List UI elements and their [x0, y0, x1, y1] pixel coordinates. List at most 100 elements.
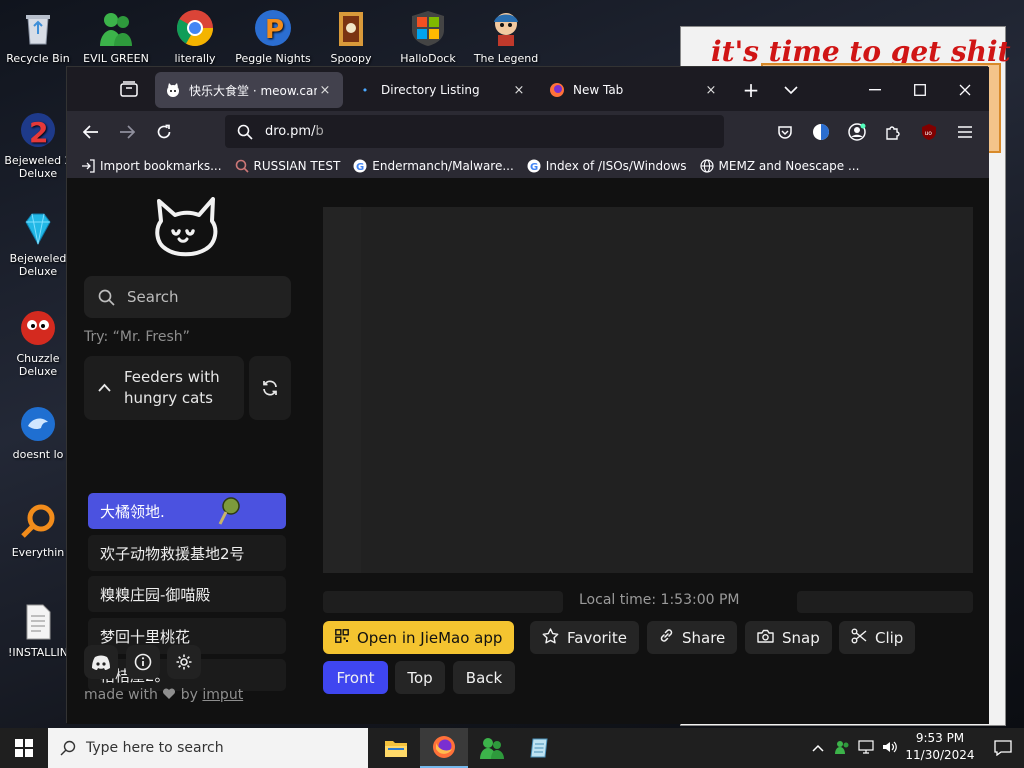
bookmark-isos[interactable]: G Index of /ISOs/Windows — [527, 159, 687, 173]
bookmark-label: Import bookmarks... — [100, 158, 222, 173]
start-button[interactable] — [0, 728, 48, 768]
forward-button[interactable] — [115, 120, 139, 144]
view-back-button[interactable]: Back — [453, 661, 515, 694]
snap-button[interactable]: Snap — [745, 621, 832, 654]
desktop-icon-bejeweled2[interactable]: 2 Bejeweled 2 Deluxe — [0, 110, 76, 180]
people-icon[interactable] — [834, 740, 850, 757]
camera-icon — [757, 629, 774, 647]
notification-button[interactable] — [982, 728, 1024, 768]
taskbar-clock[interactable]: 9:53 PM 11/30/2024 — [900, 730, 980, 764]
search-input[interactable]: Search — [84, 276, 291, 318]
tab-new-tab[interactable]: New Tab × — [539, 72, 729, 108]
network-icon[interactable] — [858, 739, 874, 757]
button-label: Favorite — [567, 628, 627, 647]
favorite-button[interactable]: Favorite — [530, 621, 639, 654]
desktop-icon-evil-green[interactable]: EVIL GREEN — [78, 8, 154, 65]
refresh-button[interactable] — [249, 356, 291, 420]
desktop-icon-bejeweled[interactable]: Bejeweled Deluxe — [0, 208, 76, 278]
view-front-button[interactable]: Front — [323, 661, 388, 694]
desktop-icon-peggle[interactable]: P Peggle Nights — [235, 8, 311, 65]
room-item[interactable]: 欢子动物救援基地2号 — [88, 535, 286, 571]
desktop-icon-installin[interactable]: !INSTALLIN — [0, 602, 76, 659]
credit-by: by — [180, 687, 198, 703]
tab-list-button[interactable] — [779, 78, 803, 102]
globe-icon — [699, 158, 714, 173]
tab-close-icon[interactable]: × — [511, 83, 527, 98]
bookmark-endermanch[interactable]: G Endermanch/Malware... — [353, 159, 514, 173]
taskbar-search-input[interactable]: Type here to search — [48, 728, 368, 768]
button-label: Open in JieMao app — [357, 628, 503, 647]
reader-contrast-button[interactable] — [809, 120, 833, 144]
clip-button[interactable]: Clip — [839, 621, 916, 654]
qr-code-icon — [335, 628, 349, 647]
clock-time: 9:53 PM — [915, 731, 965, 745]
desktop-icon-everything[interactable]: Everythin — [0, 502, 76, 559]
tab-bar: 快乐大食堂 · meow.came × • Directory Listing … — [67, 67, 989, 111]
close-window-button[interactable] — [953, 78, 977, 102]
view-top-button[interactable]: Top — [395, 661, 445, 694]
bookmark-import[interactable]: Import bookmarks... — [81, 159, 222, 173]
taskbar-app-file-explorer[interactable] — [372, 728, 420, 768]
back-button[interactable] — [79, 120, 103, 144]
search-icon — [98, 289, 115, 306]
volume-icon[interactable] — [882, 740, 898, 757]
room-item[interactable]: 大橘领地. — [88, 493, 286, 529]
bookmark-label: MEMZ and Noescape ... — [718, 158, 860, 173]
desktop-icon-hallodock[interactable]: HalloDock — [390, 8, 466, 65]
group-title-line: hungry cats — [124, 389, 213, 407]
desktop-icon-spoopy[interactable]: Spoopy — [313, 8, 389, 65]
share-button[interactable]: Share — [647, 621, 738, 654]
bookmark-memz[interactable]: MEMZ and Noescape ... — [699, 158, 860, 173]
new-tab-button[interactable]: + — [739, 78, 763, 102]
bookmark-russian-test[interactable]: RUSSIAN TEST — [235, 159, 340, 173]
folder-icon — [385, 741, 407, 757]
discord-button[interactable] — [84, 645, 118, 679]
desktop-icon-recycle-bin[interactable]: Recycle Bin — [0, 8, 76, 65]
recycle-bin-icon — [18, 8, 58, 48]
sidebar: Search Try: “Mr. Fresh” Feeders with hun… — [67, 179, 307, 724]
gear-icon — [176, 654, 192, 670]
tab-meow[interactable]: 快乐大食堂 · meow.came × — [155, 72, 343, 108]
minimize-button[interactable] — [863, 78, 887, 102]
reload-button[interactable] — [152, 120, 176, 144]
progress-bar-right — [797, 591, 973, 613]
chevron-up-icon[interactable] — [812, 741, 824, 755]
open-in-app-button[interactable]: Open in JieMao app — [323, 621, 515, 654]
desktop-icon-legend[interactable]: The Legend — [468, 8, 544, 65]
ublock-button[interactable]: uo — [917, 120, 941, 144]
bird-icon — [18, 404, 58, 444]
desktop-icon-literally[interactable]: literally — [157, 8, 233, 65]
chrome-icon — [175, 8, 215, 48]
clock-date: 11/30/2024 — [905, 748, 975, 762]
windows-logo-icon — [15, 739, 33, 757]
group-toggle[interactable]: Feeders with hungry cats — [84, 356, 244, 420]
info-button[interactable] — [126, 645, 160, 679]
desktop-icon-doesnt-lo[interactable]: doesnt lo — [0, 404, 76, 461]
tab-directory-listing[interactable]: • Directory Listing × — [347, 72, 537, 108]
taskbar-app-firefox[interactable] — [420, 728, 468, 768]
close-icon — [959, 84, 971, 96]
pocket-button[interactable] — [773, 120, 797, 144]
firefox-view-button[interactable] — [117, 77, 141, 101]
tab-close-icon[interactable]: × — [317, 83, 333, 98]
url-bar[interactable]: dro.pm/b — [225, 115, 724, 148]
account-button[interactable] — [845, 120, 869, 144]
menu-button[interactable] — [953, 120, 977, 144]
extensions-button[interactable] — [881, 120, 905, 144]
settings-button[interactable] — [167, 645, 201, 679]
taskbar-app-people[interactable] — [468, 728, 516, 768]
taskbar-app-notepad[interactable] — [516, 728, 564, 768]
tab-close-icon[interactable]: × — [703, 83, 719, 98]
desktop-icon-label: Chuzzle Deluxe — [16, 352, 60, 378]
room-item[interactable]: 糗糗庄园-御喵殿 — [88, 576, 286, 612]
people-icon — [480, 738, 504, 759]
desktop-icon-chuzzle[interactable]: Chuzzle Deluxe — [0, 308, 76, 378]
video-player[interactable] — [323, 207, 973, 573]
bejeweled2-icon: 2 — [18, 110, 58, 150]
maximize-button[interactable] — [908, 78, 932, 102]
imput-link[interactable]: imput — [202, 687, 243, 703]
account-icon — [848, 123, 866, 141]
google-icon: G — [353, 159, 367, 173]
firefox-window[interactable]: 快乐大食堂 · meow.came × • Directory Listing … — [66, 66, 989, 724]
import-icon — [81, 158, 95, 173]
